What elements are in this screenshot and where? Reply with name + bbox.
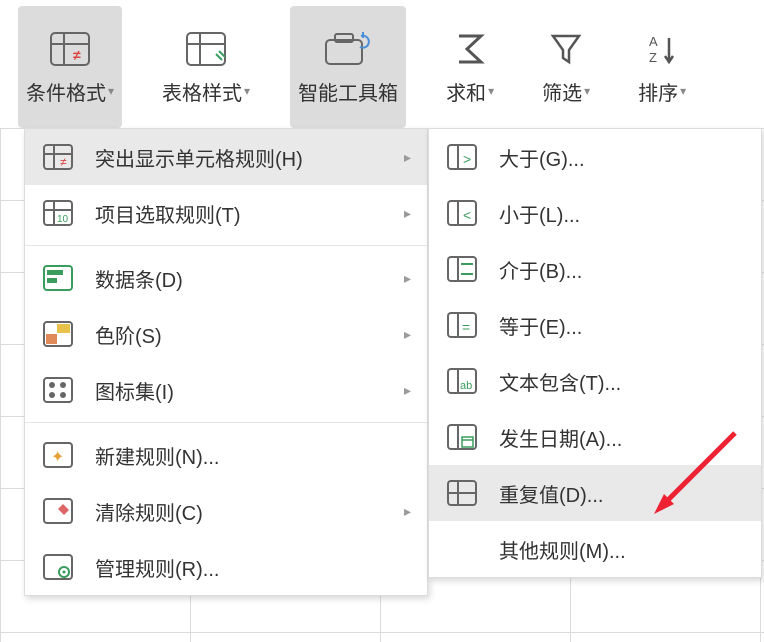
conditional-format-menu: ≠ 突出显示单元格规则(H) ▸ 10 项目选取规则(T) ▸ 数据条(D) ▸… [24, 128, 428, 596]
menu-item-label: 突出显示单元格规则(H) [95, 143, 384, 172]
menu-item-label: 重复值(D)... [499, 479, 745, 508]
menu-duplicate-values[interactable]: 重复值(D)... [429, 465, 761, 521]
menu-item-label: 项目选取规则(T) [95, 199, 384, 228]
conditional-format-label: 条件格式▾ [26, 77, 114, 106]
menu-item-label: 大于(G)... [499, 143, 745, 172]
top-bottom-icon: 10 [41, 196, 75, 230]
menu-item-label: 文本包含(T)... [499, 367, 745, 396]
menu-between[interactable]: 介于(B)... [429, 241, 761, 297]
highlight-cells-submenu: > 大于(G)... < 小于(L)... 介于(B)... = 等于(E)..… [428, 128, 762, 578]
placeholder-icon [445, 532, 479, 566]
duplicate-values-icon [445, 476, 479, 510]
manage-rules-icon [41, 550, 75, 584]
menu-date-occurring[interactable]: 发生日期(A)... [429, 409, 761, 465]
table-style-icon [182, 29, 230, 69]
color-scales-icon [41, 317, 75, 351]
ribbon-toolbar: ≠ 条件格式▾ 表格样式▾ 智能工具箱 求和▾ 筛选▾ AZ 排序▾ [0, 0, 764, 128]
filter-button[interactable]: 筛选▾ [534, 6, 598, 128]
svg-text:≠: ≠ [60, 155, 67, 169]
submenu-arrow-icon: ▸ [404, 270, 411, 287]
conditional-format-icon: ≠ [46, 29, 94, 69]
new-rule-icon: ✦ [41, 438, 75, 472]
svg-text:10: 10 [57, 214, 69, 225]
menu-less-than[interactable]: < 小于(L)... [429, 185, 761, 241]
sigma-icon [446, 29, 494, 69]
menu-clear-rules[interactable]: 清除规则(C) ▸ [25, 483, 427, 539]
sum-label: 求和▾ [446, 77, 494, 106]
menu-item-label: 发生日期(A)... [499, 423, 745, 452]
sum-button[interactable]: 求和▾ [438, 6, 502, 128]
less-than-icon: < [445, 196, 479, 230]
menu-icon-sets[interactable]: 图标集(I) ▸ [25, 362, 427, 418]
funnel-icon [542, 29, 590, 69]
svg-text:✦: ✦ [51, 449, 64, 466]
menu-top-bottom-rules[interactable]: 10 项目选取规则(T) ▸ [25, 185, 427, 241]
submenu-arrow-icon: ▸ [404, 326, 411, 343]
menu-new-rule[interactable]: ✦ 新建规则(N)... [25, 427, 427, 483]
menu-equal-to[interactable]: = 等于(E)... [429, 297, 761, 353]
svg-text:ab: ab [460, 380, 472, 392]
svg-text:A: A [649, 34, 658, 49]
menu-item-label: 色阶(S) [95, 320, 384, 349]
filter-label: 筛选▾ [542, 77, 590, 106]
svg-text:=: = [462, 319, 470, 335]
table-style-button[interactable]: 表格样式▾ [154, 6, 258, 128]
submenu-arrow-icon: ▸ [404, 382, 411, 399]
menu-text-contains[interactable]: ab 文本包含(T)... [429, 353, 761, 409]
menu-item-label: 介于(B)... [499, 255, 745, 284]
submenu-arrow-icon: ▸ [404, 205, 411, 222]
toolbox-icon [324, 29, 372, 69]
menu-item-label: 其他规则(M)... [499, 535, 745, 564]
menu-highlight-cells[interactable]: ≠ 突出显示单元格规则(H) ▸ [25, 129, 427, 185]
menu-item-label: 小于(L)... [499, 199, 745, 228]
smart-toolbox-button[interactable]: 智能工具箱 [290, 6, 406, 128]
svg-text:>: > [463, 151, 471, 167]
menu-more-rules[interactable]: 其他规则(M)... [429, 521, 761, 577]
submenu-arrow-icon: ▸ [404, 503, 411, 520]
between-icon [445, 252, 479, 286]
table-style-label: 表格样式▾ [162, 77, 250, 106]
menu-color-scales[interactable]: 色阶(S) ▸ [25, 306, 427, 362]
smart-toolbox-label: 智能工具箱 [298, 77, 398, 106]
menu-item-label: 等于(E)... [499, 311, 745, 340]
menu-greater-than[interactable]: > 大于(G)... [429, 129, 761, 185]
menu-item-label: 新建规则(N)... [95, 441, 411, 470]
sort-button[interactable]: AZ 排序▾ [630, 6, 694, 128]
clear-rules-icon [41, 494, 75, 528]
highlight-cells-icon: ≠ [41, 140, 75, 174]
equal-to-icon: = [445, 308, 479, 342]
greater-than-icon: > [445, 140, 479, 174]
menu-item-label: 清除规则(C) [95, 497, 384, 526]
svg-text:Z: Z [649, 50, 657, 65]
menu-item-label: 管理规则(R)... [95, 553, 411, 582]
data-bars-icon [41, 261, 75, 295]
separator [25, 245, 427, 246]
separator [25, 422, 427, 423]
menu-data-bars[interactable]: 数据条(D) ▸ [25, 250, 427, 306]
conditional-format-button[interactable]: ≠ 条件格式▾ [18, 6, 122, 128]
text-contains-icon: ab [445, 364, 479, 398]
menu-item-label: 图标集(I) [95, 376, 384, 405]
date-occurring-icon [445, 420, 479, 454]
svg-text:<: < [463, 207, 471, 223]
icon-sets-icon [41, 373, 75, 407]
sort-icon: AZ [638, 29, 686, 69]
menu-manage-rules[interactable]: 管理规则(R)... [25, 539, 427, 595]
menu-item-label: 数据条(D) [95, 264, 384, 293]
sort-label: 排序▾ [638, 77, 686, 106]
submenu-arrow-icon: ▸ [404, 149, 411, 166]
svg-text:≠: ≠ [73, 47, 81, 63]
